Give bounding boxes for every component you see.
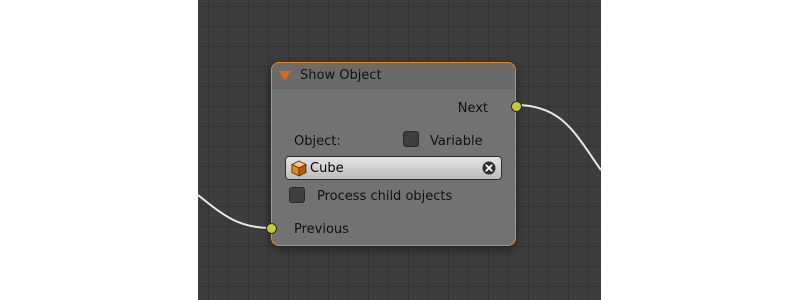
collapse-triangle-icon[interactable] bbox=[279, 71, 291, 81]
previous-input-socket[interactable] bbox=[266, 223, 277, 234]
variable-checkbox[interactable] bbox=[403, 131, 419, 147]
object-field-value: Cube bbox=[310, 161, 344, 176]
cube-icon bbox=[291, 160, 307, 177]
next-output-label: Next bbox=[457, 101, 488, 116]
node-title: Show Object bbox=[300, 68, 382, 83]
object-field[interactable]: Cube bbox=[285, 156, 502, 180]
object-label: Object: bbox=[294, 134, 341, 149]
next-output-socket[interactable] bbox=[511, 101, 522, 112]
node-editor-canvas[interactable]: Show Object Next Object: Variable Cube P… bbox=[198, 0, 601, 300]
previous-input-label: Previous bbox=[294, 222, 349, 237]
link-previous bbox=[198, 194, 272, 229]
process-child-objects-label: Process child objects bbox=[317, 189, 453, 204]
node-header[interactable]: Show Object bbox=[272, 63, 515, 89]
variable-label: Variable bbox=[430, 134, 483, 149]
link-next bbox=[515, 104, 601, 171]
show-object-node[interactable]: Show Object Next Object: Variable Cube P… bbox=[266, 62, 522, 246]
process-child-objects-checkbox[interactable] bbox=[289, 187, 305, 203]
clear-x-icon[interactable] bbox=[482, 161, 496, 175]
